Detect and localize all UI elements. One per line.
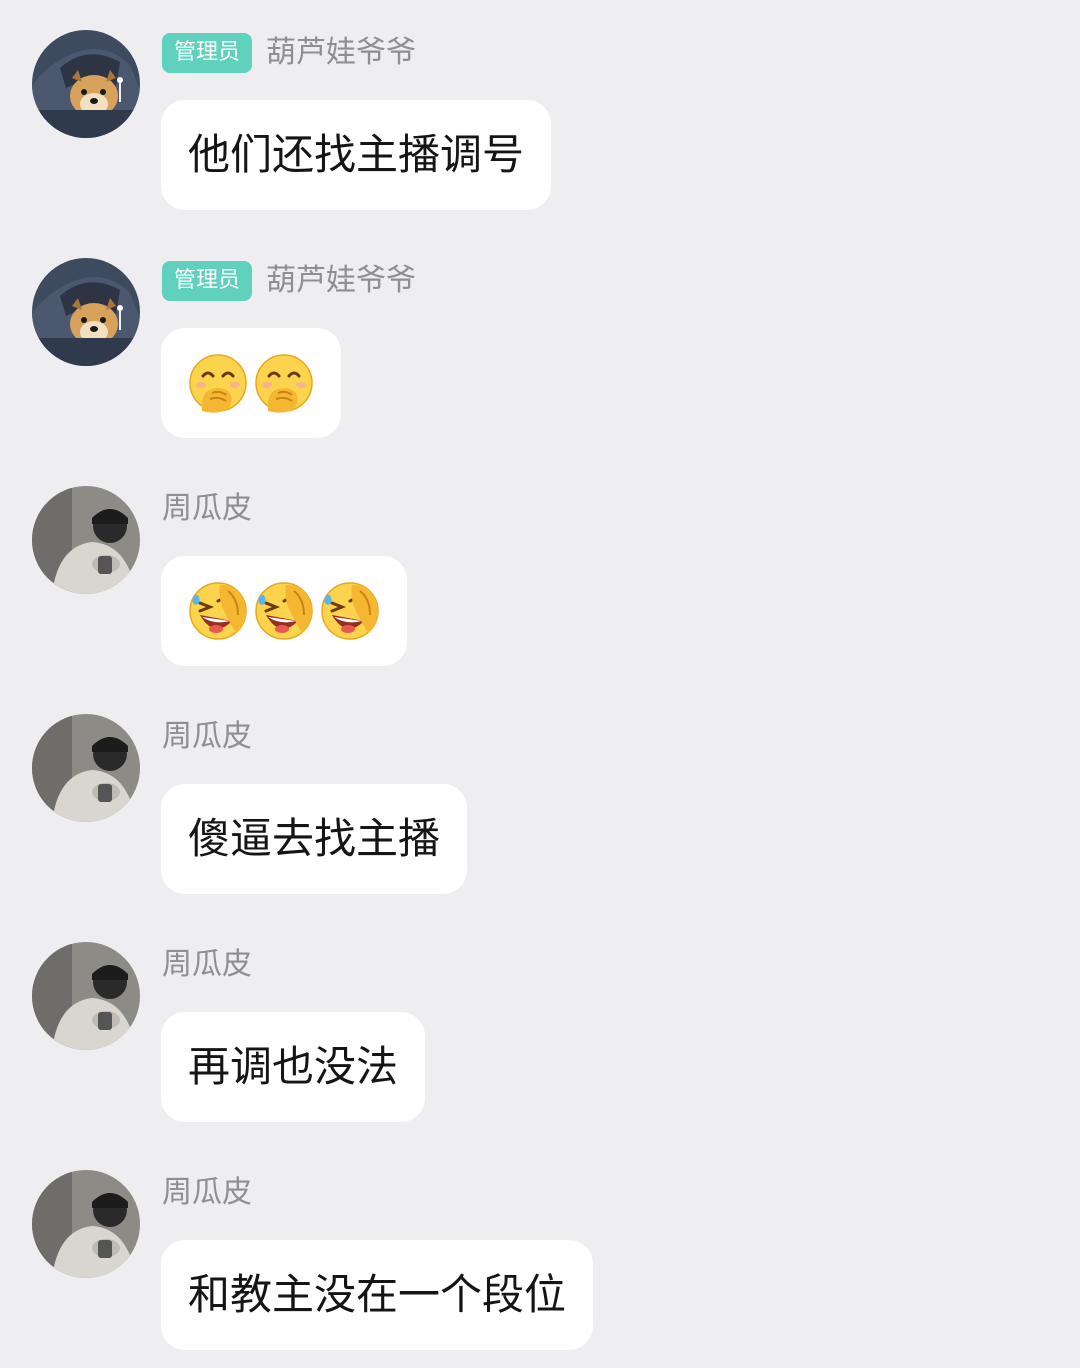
message-bubble[interactable]: 傻逼去找主播 [161, 784, 468, 894]
laughing-tears-emoji [189, 582, 247, 640]
message-text: 和教主没在一个段位 [188, 1270, 567, 1319]
person-in-cap-avatar[interactable] [32, 714, 140, 822]
dog-in-hood-avatar[interactable] [32, 258, 140, 366]
laughing-tears-emoji [255, 582, 313, 640]
message-text: 再调也没法 [188, 1042, 399, 1091]
hand-over-mouth-emoji [189, 354, 247, 413]
message-header: 周瓜皮 [162, 487, 252, 531]
message-header: 周瓜皮 [162, 715, 252, 759]
sender-name[interactable]: 周瓜皮 [162, 487, 252, 531]
message-text: 傻逼去找主播 [188, 814, 441, 863]
person-in-cap-avatar[interactable] [32, 1170, 140, 1278]
sender-name[interactable]: 葫芦娃爷爷 [266, 259, 416, 303]
laughing-tears-emoji [321, 582, 379, 640]
message-header: 周瓜皮 [162, 1171, 252, 1215]
message-bubble[interactable]: 他们还找主播调号 [161, 100, 552, 210]
sender-name[interactable]: 周瓜皮 [162, 1171, 252, 1215]
chat-message-list[interactable]: 管理员 葫芦娃爷爷 他们还找主播调号 管理员 葫芦娃爷爷 周瓜皮 周瓜皮 傻逼去… [0, 0, 1080, 1368]
emoji-row [188, 353, 314, 413]
sender-name[interactable]: 周瓜皮 [162, 943, 252, 987]
message-bubble[interactable] [161, 556, 407, 666]
person-in-cap-avatar[interactable] [32, 486, 140, 594]
message-bubble[interactable] [161, 328, 341, 438]
sender-name[interactable]: 周瓜皮 [162, 715, 252, 759]
sender-name[interactable]: 葫芦娃爷爷 [266, 31, 416, 75]
emoji-row [188, 581, 380, 641]
hand-over-mouth-emoji [255, 354, 313, 413]
admin-badge: 管理员 [162, 33, 253, 73]
message-header: 管理员 葫芦娃爷爷 [162, 259, 416, 303]
admin-badge: 管理员 [162, 261, 253, 301]
message-bubble[interactable]: 和教主没在一个段位 [161, 1240, 594, 1350]
person-in-cap-avatar[interactable] [32, 942, 140, 1050]
message-text: 他们还找主播调号 [188, 130, 525, 179]
dog-in-hood-avatar[interactable] [32, 30, 140, 138]
message-bubble[interactable]: 再调也没法 [161, 1012, 426, 1122]
message-header: 周瓜皮 [162, 943, 252, 987]
message-header: 管理员 葫芦娃爷爷 [162, 31, 416, 75]
